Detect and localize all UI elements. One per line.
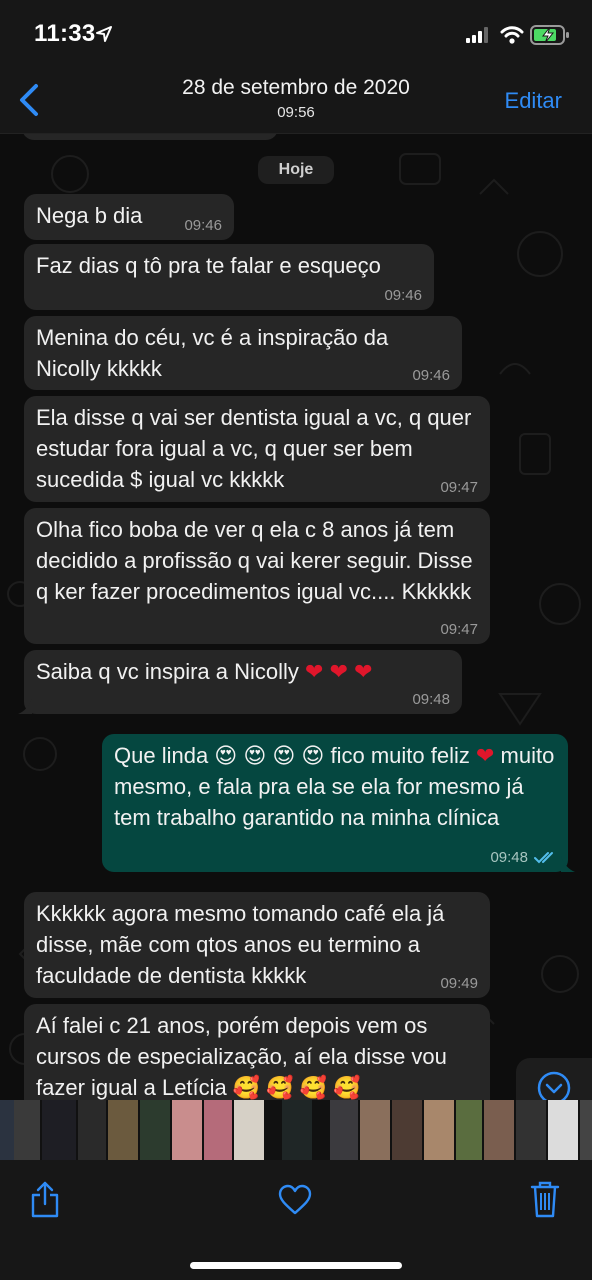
media-thumbnail[interactable] — [392, 1100, 422, 1160]
message-bubble-outgoing[interactable]: Que linda 😍 😍 😍 😍 fico muito feliz ❤ mui… — [102, 734, 575, 872]
signal-icon — [466, 27, 488, 43]
media-thumbnail[interactable] — [14, 1100, 40, 1160]
chat-area[interactable]: Hoje Nega b dia 09:46 Faz dias q tô pra … — [0, 134, 592, 1100]
bubble-tail — [561, 856, 575, 872]
message-text: Faz dias q tô pra te falar e esqueço — [36, 253, 381, 278]
heart-icon[interactable] — [278, 1184, 312, 1216]
status-time: 11:33 — [34, 20, 96, 47]
top-bar: 11:33 28 de setembro de 2020 09:56 Edita… — [0, 0, 592, 134]
message-time: 09:49 — [440, 975, 478, 992]
media-thumbnail[interactable] — [330, 1100, 358, 1160]
nav-subtitle: 09:56 — [277, 104, 315, 121]
media-thumbnail[interactable] — [484, 1100, 514, 1160]
message-time: 09:46 — [184, 217, 222, 234]
message-time: 09:48 — [412, 691, 450, 708]
media-thumbnail[interactable] — [456, 1100, 482, 1160]
media-thumbnail[interactable] — [282, 1100, 312, 1160]
message-time: 09:47 — [440, 621, 478, 638]
message-text: Que linda 😍 😍 😍 😍 fico muito feliz ❤ mui… — [114, 743, 561, 830]
home-indicator — [190, 1262, 402, 1269]
message-text: Aí falei c 21 anos, porém depois vem os … — [36, 1013, 454, 1100]
message-bubble-incoming[interactable]: Saiba q vc inspira a Nicolly ❤ ❤ ❤ 09:48 — [18, 650, 462, 714]
message-text: Olha fico boba de ver q ela c 8 anos já … — [36, 517, 479, 604]
media-thumbnail[interactable] — [0, 1100, 14, 1160]
media-thumbnail[interactable] — [580, 1100, 592, 1160]
date-chip: Hoje — [258, 156, 334, 184]
message-text: Ela disse q vai ser dentista igual a vc,… — [36, 405, 478, 492]
trash-icon[interactable] — [530, 1180, 560, 1218]
media-thumbnail[interactable] — [360, 1100, 390, 1160]
message-bubble-incoming[interactable]: Menina do céu, vc é a inspiração da Nico… — [24, 316, 462, 390]
message-bubble-incoming[interactable]: Ela disse q vai ser dentista igual a vc,… — [24, 396, 490, 502]
bubble-tail — [18, 698, 32, 714]
scroll-down-button[interactable] — [516, 1058, 592, 1100]
chevron-down-circle-icon — [537, 1071, 571, 1100]
message-text: Kkkkkk agora mesmo tomando café ela já d… — [36, 901, 451, 988]
media-thumbnail-strip[interactable] — [0, 1100, 592, 1160]
read-receipt-icon — [534, 852, 553, 864]
media-thumbnail[interactable] — [516, 1100, 546, 1160]
media-thumbnail[interactable] — [424, 1100, 454, 1160]
location-arrow-icon — [96, 26, 112, 42]
share-icon[interactable] — [30, 1180, 60, 1218]
message-time: 09:46 — [412, 367, 450, 384]
media-thumbnail[interactable] — [204, 1100, 232, 1160]
nav-title: 28 de setembro de 2020 — [182, 76, 410, 99]
bottom-toolbar — [0, 1160, 592, 1280]
media-thumbnail[interactable] — [234, 1100, 264, 1160]
message-bubble-incoming[interactable]: Faz dias q tô pra te falar e esqueço 09:… — [24, 244, 434, 310]
wifi-icon — [500, 26, 524, 44]
media-thumbnail[interactable] — [42, 1100, 76, 1160]
media-thumbnail[interactable] — [548, 1100, 578, 1160]
media-thumbnail[interactable] — [108, 1100, 138, 1160]
message-time: 09:47 — [440, 479, 478, 496]
message-bubble-incoming[interactable]: Nega b dia 09:46 — [24, 194, 234, 240]
message-bubble-incoming[interactable]: Kkkkkk agora mesmo tomando café ela já d… — [24, 892, 490, 998]
message-text: Menina do céu, vc é a inspiração da Nico… — [36, 325, 395, 381]
media-thumbnail[interactable] — [78, 1100, 106, 1160]
media-thumbnail[interactable] — [140, 1100, 170, 1160]
media-thumbnail[interactable] — [172, 1100, 202, 1160]
message-bubble-incoming[interactable]: Aí falei c 21 anos, porém depois vem os … — [24, 1004, 490, 1100]
message-time: 09:48 — [490, 849, 528, 866]
edit-button[interactable]: Editar — [505, 88, 562, 114]
message-text: Saiba q vc inspira a Nicolly ❤ ❤ ❤ — [36, 659, 373, 684]
message-time: 09:46 — [384, 287, 422, 304]
message-bubble-incoming[interactable]: Olha fico boba de ver q ela c 8 anos já … — [24, 508, 490, 644]
battery-charging-icon — [530, 25, 569, 45]
previous-message-edge — [22, 134, 278, 140]
